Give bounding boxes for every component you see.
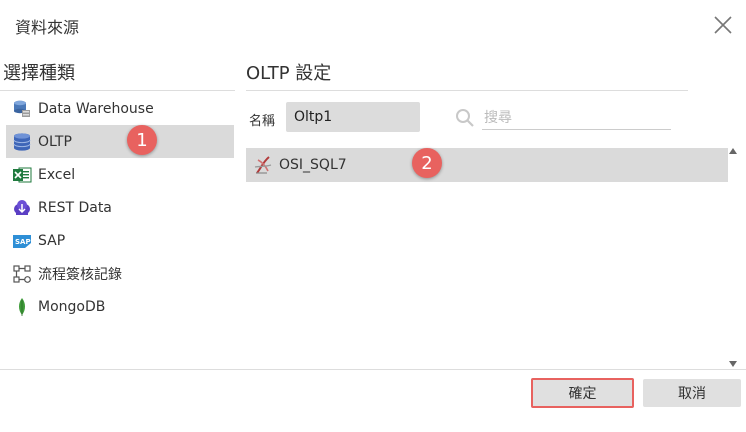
category-item-excel[interactable]: Excel — [6, 158, 234, 191]
dialog-title: 資料來源 — [15, 18, 80, 37]
cancel-button[interactable]: 取消 — [643, 379, 741, 407]
source-item-osi-sql7[interactable]: OSI_SQL7 2 — [246, 148, 728, 182]
category-item-label: 流程簽核記錄 — [38, 266, 122, 283]
category-item-sap[interactable]: SAP SAP — [6, 224, 234, 257]
category-item-oltp[interactable]: OLTP 1 — [6, 125, 234, 158]
sql-server-icon — [252, 154, 274, 176]
category-item-label: SAP — [38, 232, 66, 249]
category-item-workflow-log[interactable]: 流程簽核記錄 — [6, 257, 234, 290]
category-item-rest-data[interactable]: REST Data — [6, 191, 234, 224]
source-item-label: OSI_SQL7 — [279, 157, 347, 173]
scroll-down-arrow-icon[interactable] — [729, 361, 737, 367]
search-input[interactable] — [482, 106, 671, 130]
source-list: OSI_SQL7 2 — [246, 148, 728, 182]
name-label: 名稱 — [249, 114, 276, 129]
annotation-badge-2: 2 — [412, 148, 442, 178]
svg-text:SAP: SAP — [15, 238, 31, 246]
category-item-data-warehouse[interactable]: Data Warehouse — [6, 92, 234, 125]
category-item-label: Excel — [38, 166, 76, 183]
sap-icon: SAP — [12, 231, 32, 251]
search-icon — [455, 108, 475, 128]
category-item-label: MongoDB — [38, 298, 106, 315]
settings-title: OLTP 設定 — [246, 63, 332, 84]
name-input[interactable] — [286, 102, 420, 132]
category-title: 選擇種類 — [3, 63, 75, 84]
footer-divider — [0, 369, 746, 370]
data-warehouse-icon — [12, 99, 32, 119]
ok-button[interactable]: 確定 — [531, 378, 634, 408]
mongodb-leaf-icon — [12, 297, 32, 317]
database-icon — [12, 132, 32, 152]
category-item-label: Data Warehouse — [38, 100, 154, 117]
category-list: Data Warehouse OLTP 1 Excel REST Data SA… — [6, 92, 234, 323]
divider — [246, 90, 688, 91]
annotation-badge-1: 1 — [127, 125, 157, 155]
category-item-label: REST Data — [38, 199, 112, 216]
scroll-up-arrow-icon[interactable] — [729, 148, 737, 154]
divider — [0, 90, 235, 91]
category-item-label: OLTP — [38, 133, 72, 150]
close-icon[interactable] — [712, 14, 734, 36]
rest-data-icon — [12, 198, 32, 218]
category-item-mongodb[interactable]: MongoDB — [6, 290, 234, 323]
excel-icon — [12, 165, 32, 185]
workflow-icon — [12, 264, 32, 284]
